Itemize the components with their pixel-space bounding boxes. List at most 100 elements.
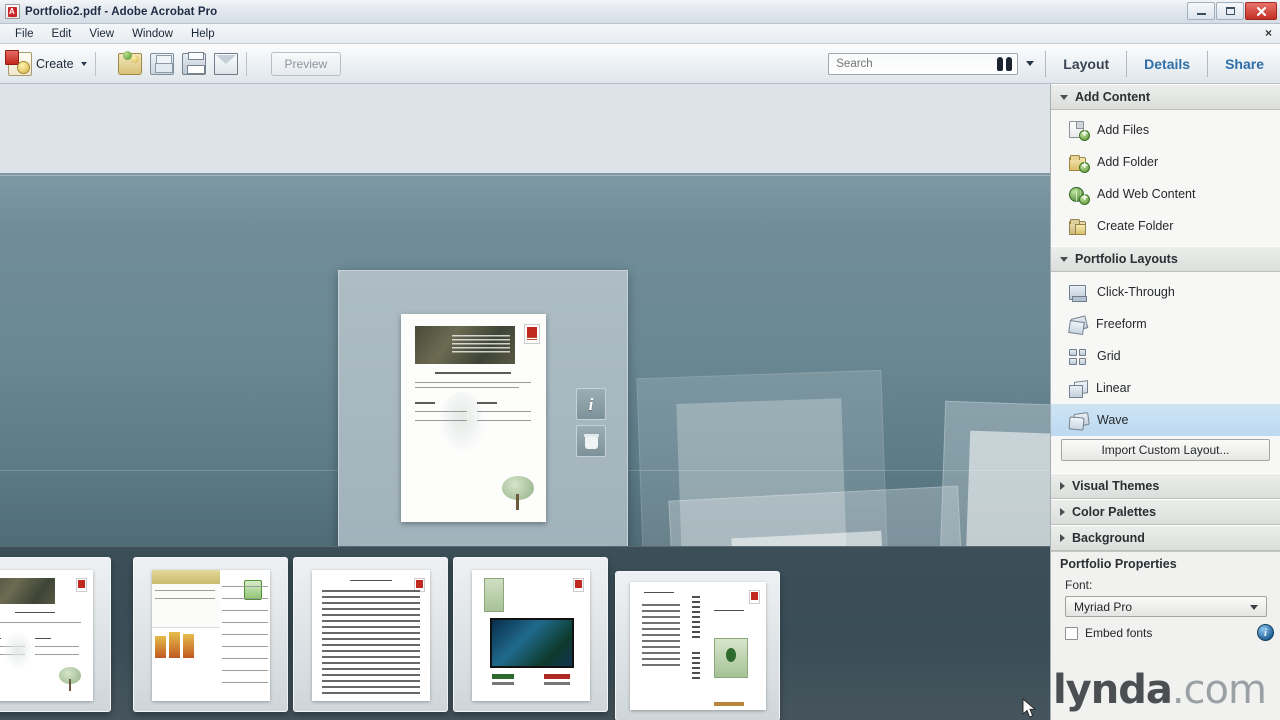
pdf-badge-icon bbox=[524, 324, 540, 344]
tab-share[interactable]: Share bbox=[1219, 56, 1270, 72]
layout-item-grid[interactable]: Grid bbox=[1051, 340, 1280, 372]
toolbar-icon-group bbox=[117, 50, 238, 75]
list-item[interactable] bbox=[0, 557, 111, 712]
embed-fonts-checkbox[interactable] bbox=[1065, 626, 1078, 640]
page-field-line bbox=[415, 411, 467, 412]
layout-item-wave[interactable]: Wave bbox=[1051, 404, 1280, 436]
page-hero-text bbox=[452, 335, 510, 353]
menu-window[interactable]: Window bbox=[123, 26, 182, 42]
lynda-tld: .com bbox=[1171, 667, 1267, 713]
chevron-down-icon bbox=[80, 61, 87, 66]
save-button[interactable] bbox=[149, 52, 174, 75]
print-button[interactable] bbox=[181, 51, 206, 75]
portfolio-stage[interactable]: EmpHandbookVer1.pdf i bbox=[0, 84, 1050, 720]
tab-details[interactable]: Details bbox=[1138, 56, 1196, 72]
document-close-button[interactable]: × bbox=[1265, 27, 1272, 39]
email-button[interactable] bbox=[213, 52, 238, 75]
create-folder-icon bbox=[1069, 217, 1088, 235]
page-field-label bbox=[415, 402, 435, 404]
section-header-portfolio-layouts[interactable]: Portfolio Layouts bbox=[1051, 246, 1280, 272]
section-title: Background bbox=[1072, 531, 1145, 545]
excel-badge-icon bbox=[244, 580, 262, 600]
spreadsheet-header bbox=[152, 570, 220, 584]
freeform-icon bbox=[1069, 317, 1087, 333]
portfolio-properties-body: Font: Myriad Pro Embed fonts i bbox=[1051, 575, 1280, 641]
page-field-line bbox=[415, 420, 467, 421]
body-text-block bbox=[322, 590, 420, 698]
triangle-right-icon bbox=[1060, 534, 1065, 542]
linear-icon bbox=[1069, 381, 1087, 398]
document-filmstrip bbox=[0, 546, 1050, 720]
close-button[interactable] bbox=[1245, 2, 1277, 20]
list-item[interactable] bbox=[293, 557, 448, 712]
grid-icon bbox=[1069, 347, 1088, 365]
chevron-down-icon bbox=[1250, 605, 1258, 610]
page-field-label bbox=[477, 402, 497, 404]
layout-item-freeform[interactable]: Freeform bbox=[1051, 308, 1280, 340]
menu-view[interactable]: View bbox=[80, 26, 123, 42]
layout-item-label: Freeform bbox=[1096, 317, 1147, 331]
thumb-hero-image bbox=[0, 578, 55, 604]
search-options-chevron-down-icon[interactable] bbox=[1026, 61, 1035, 66]
toolbar-divider-5 bbox=[1207, 50, 1209, 77]
layout-item-label: Click-Through bbox=[1097, 285, 1175, 299]
triangle-right-icon bbox=[1060, 508, 1065, 516]
file-delete-button[interactable] bbox=[576, 425, 606, 457]
pdf-badge-icon bbox=[749, 590, 760, 604]
toolbar-divider bbox=[94, 51, 96, 76]
toolbar-divider-4 bbox=[1126, 50, 1128, 77]
section-header-color-palettes[interactable]: Color Palettes bbox=[1051, 499, 1280, 525]
embed-fonts-row: Embed fonts i bbox=[1065, 624, 1274, 641]
font-label: Font: bbox=[1065, 578, 1093, 592]
thumbnail-page bbox=[630, 582, 766, 710]
info-icon: i bbox=[588, 394, 594, 414]
menu-edit[interactable]: Edit bbox=[43, 26, 81, 42]
create-button[interactable]: Create bbox=[5, 49, 87, 76]
open-file-button[interactable] bbox=[117, 50, 142, 75]
page-title-line bbox=[435, 372, 511, 374]
section-header-add-content[interactable]: Add Content bbox=[1051, 84, 1280, 110]
info-icon[interactable]: i bbox=[1257, 624, 1274, 641]
panel-item-add-folder[interactable]: Add Folder bbox=[1051, 146, 1280, 178]
minimize-button[interactable] bbox=[1187, 2, 1215, 20]
bar-chart-glyph bbox=[155, 632, 201, 658]
add-web-content-icon bbox=[1069, 185, 1090, 205]
create-label: Create bbox=[36, 56, 74, 71]
section-header-visual-themes[interactable]: Visual Themes bbox=[1051, 473, 1280, 499]
font-select[interactable]: Myriad Pro bbox=[1065, 596, 1267, 617]
page-watermark bbox=[439, 392, 485, 452]
main-toolbar: Create Preview Layout Details Share bbox=[0, 44, 1280, 84]
layout-item-linear[interactable]: Linear bbox=[1051, 372, 1280, 404]
minimize-icon bbox=[1196, 12, 1206, 15]
menu-file[interactable]: File bbox=[6, 26, 43, 42]
video-thumbnail bbox=[490, 618, 574, 668]
panel-item-label: Add Web Content bbox=[1097, 187, 1196, 201]
layout-item-label: Linear bbox=[1096, 381, 1131, 395]
thumbnail-page bbox=[312, 570, 430, 701]
search-input[interactable] bbox=[828, 52, 1019, 75]
triangle-down-icon bbox=[1060, 94, 1068, 100]
panel-item-add-files[interactable]: Add Files bbox=[1051, 114, 1280, 146]
panel-item-create-folder[interactable]: Create Folder bbox=[1051, 210, 1280, 242]
menu-help[interactable]: Help bbox=[182, 26, 224, 42]
tab-layout[interactable]: Layout bbox=[1057, 56, 1115, 72]
list-item[interactable] bbox=[133, 557, 288, 712]
add-files-icon bbox=[1069, 121, 1090, 141]
ghost-page bbox=[676, 398, 847, 554]
pdf-badge-icon bbox=[76, 578, 87, 592]
import-custom-layout-button[interactable]: Import Custom Layout... bbox=[1061, 439, 1270, 461]
section-header-background[interactable]: Background bbox=[1051, 525, 1280, 551]
list-item[interactable] bbox=[453, 557, 608, 712]
file-info-button[interactable]: i bbox=[576, 388, 606, 420]
import-layout-container: Import Custom Layout... bbox=[1051, 436, 1280, 469]
maximize-icon bbox=[1225, 7, 1235, 15]
mouse-cursor bbox=[1022, 697, 1038, 720]
card-action-buttons: i bbox=[576, 388, 606, 462]
window-title: Portfolio2.pdf - Adobe Acrobat Pro bbox=[25, 5, 218, 18]
layout-item-click-through[interactable]: Click-Through bbox=[1051, 276, 1280, 308]
preview-button[interactable]: Preview bbox=[270, 51, 342, 76]
maximize-button[interactable] bbox=[1216, 2, 1244, 20]
triangle-down-icon bbox=[1060, 256, 1068, 262]
list-item[interactable] bbox=[615, 571, 780, 720]
panel-item-add-web-content[interactable]: Add Web Content bbox=[1051, 178, 1280, 210]
